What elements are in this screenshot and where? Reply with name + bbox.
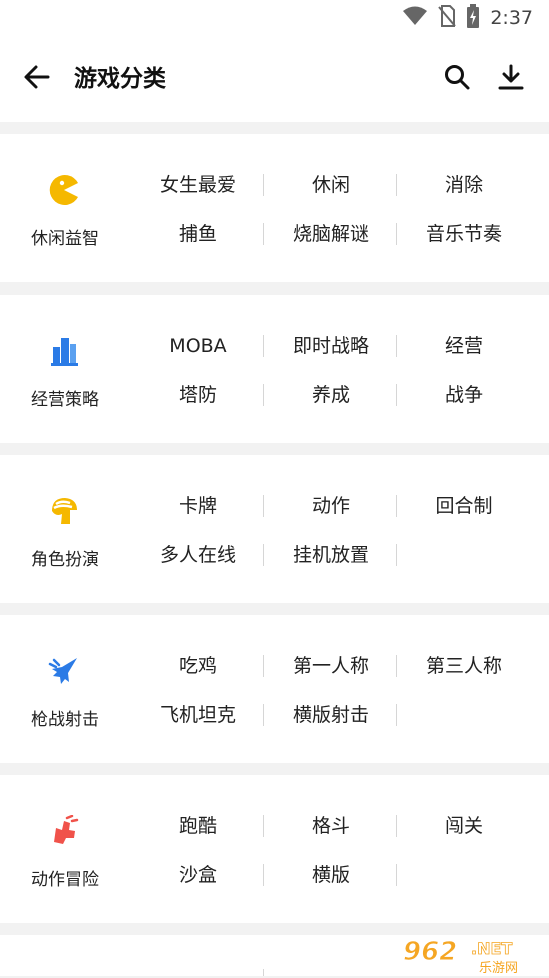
status-bar: 2:37 (0, 0, 549, 36)
tag-item[interactable]: 第三人称 (398, 651, 530, 681)
watermark-suffix: .NET (471, 939, 512, 958)
pacman-icon (46, 172, 82, 208)
category-label: 动作冒险 (31, 870, 99, 890)
battery-charging-icon (466, 3, 480, 33)
divider (263, 223, 264, 245)
category-card-action: 动作冒险 跑酷 格斗 闯关 沙盒 横版 (0, 775, 549, 923)
category-strategy[interactable]: 经营策略 (0, 295, 132, 443)
tag-item[interactable]: 格斗 (265, 811, 397, 841)
search-icon (443, 63, 471, 95)
tag-item[interactable]: 卡牌 (132, 491, 264, 521)
tag-item[interactable]: 休闲 (265, 170, 397, 200)
divider (263, 815, 264, 837)
jet-icon (46, 653, 82, 689)
tag-item[interactable]: 经营 (398, 331, 530, 361)
tag-item[interactable]: 第一人称 (265, 651, 397, 681)
status-time: 2:37 (490, 7, 533, 29)
divider (263, 544, 264, 566)
tag-item[interactable]: 横版 (265, 860, 397, 890)
tag-item[interactable]: 消除 (398, 170, 530, 200)
category-rpg[interactable]: 角色扮演 (0, 455, 132, 603)
tag-item[interactable]: 吃鸡 (132, 651, 264, 681)
tag-item[interactable]: 养成 (265, 380, 397, 410)
divider (396, 544, 397, 566)
arrow-left-icon (23, 63, 51, 95)
divider (263, 864, 264, 886)
tag-item[interactable]: 跑酷 (132, 811, 264, 841)
tag-item[interactable]: MOBA (132, 331, 264, 361)
category-label: 枪战射击 (31, 710, 99, 730)
tag-item[interactable]: 动作 (265, 491, 397, 521)
category-card-strategy: 经营策略 MOBA 即时战略 经营 塔防 养成 战争 (0, 295, 549, 443)
tag-item[interactable]: 烧脑解谜 (265, 219, 397, 249)
watermark-sub: 乐游网 (479, 961, 518, 974)
divider (396, 704, 397, 726)
divider (396, 655, 397, 677)
divider (263, 174, 264, 196)
tag-item[interactable]: 挂机放置 (265, 540, 397, 570)
back-button[interactable] (20, 62, 54, 96)
watermark-logo-text: 962 (403, 937, 457, 967)
tag-item[interactable]: 闯关 (398, 811, 530, 841)
category-action[interactable]: 动作冒险 (0, 775, 132, 923)
tag-item[interactable]: 多人在线 (132, 540, 264, 570)
download-button[interactable] (494, 62, 528, 96)
tag-item[interactable]: 音乐节奏 (398, 219, 530, 249)
category-card-rpg: 角色扮演 卡牌 动作 回合制 多人在线 挂机放置 (0, 455, 549, 603)
watermark-logo: 962 .NET 乐游网 (401, 934, 543, 977)
buildings-icon (46, 333, 82, 369)
category-label: 休闲益智 (31, 229, 99, 249)
tag-item[interactable]: 即时战略 (265, 331, 397, 361)
tag-item[interactable]: 回合制 (398, 491, 530, 521)
divider (263, 495, 264, 517)
category-label: 经营策略 (31, 390, 99, 410)
divider (396, 495, 397, 517)
app-bar: 游戏分类 (0, 36, 549, 122)
tag-item[interactable]: 沙盒 (132, 860, 264, 890)
divider (396, 335, 397, 357)
divider (396, 384, 397, 406)
divider (396, 815, 397, 837)
tag-item[interactable]: 塔防 (132, 380, 264, 410)
divider (396, 864, 397, 886)
category-card-casual: 休闲益智 女生最爱 休闲 消除 捕鱼 烧脑解谜 音乐节奏 (0, 134, 549, 282)
category-casual[interactable]: 休闲益智 (0, 134, 132, 282)
search-button[interactable] (440, 62, 474, 96)
tag-item[interactable]: 飞机坦克 (132, 700, 264, 730)
tag-item[interactable]: 横版射击 (265, 700, 397, 730)
divider (396, 174, 397, 196)
tag-item[interactable]: 捕鱼 (132, 219, 264, 249)
category-card-shooter: 枪战射击 吃鸡 第一人称 第三人称 飞机坦克 横版射击 (0, 615, 549, 763)
category-label: 角色扮演 (31, 550, 99, 570)
divider (263, 704, 264, 726)
divider (263, 969, 264, 976)
divider (263, 384, 264, 406)
no-sim-icon (438, 4, 457, 32)
divider (263, 335, 264, 357)
divider (396, 223, 397, 245)
wifi-icon (402, 6, 428, 31)
divider (263, 655, 264, 677)
download-icon (497, 63, 525, 95)
category-shooter[interactable]: 枪战射击 (0, 615, 132, 763)
fist-icon (46, 813, 82, 849)
tag-item[interactable]: 女生最爱 (132, 170, 264, 200)
helmet-icon (46, 493, 82, 529)
page-title: 游戏分类 (74, 66, 166, 92)
tag-item[interactable]: 战争 (398, 380, 530, 410)
